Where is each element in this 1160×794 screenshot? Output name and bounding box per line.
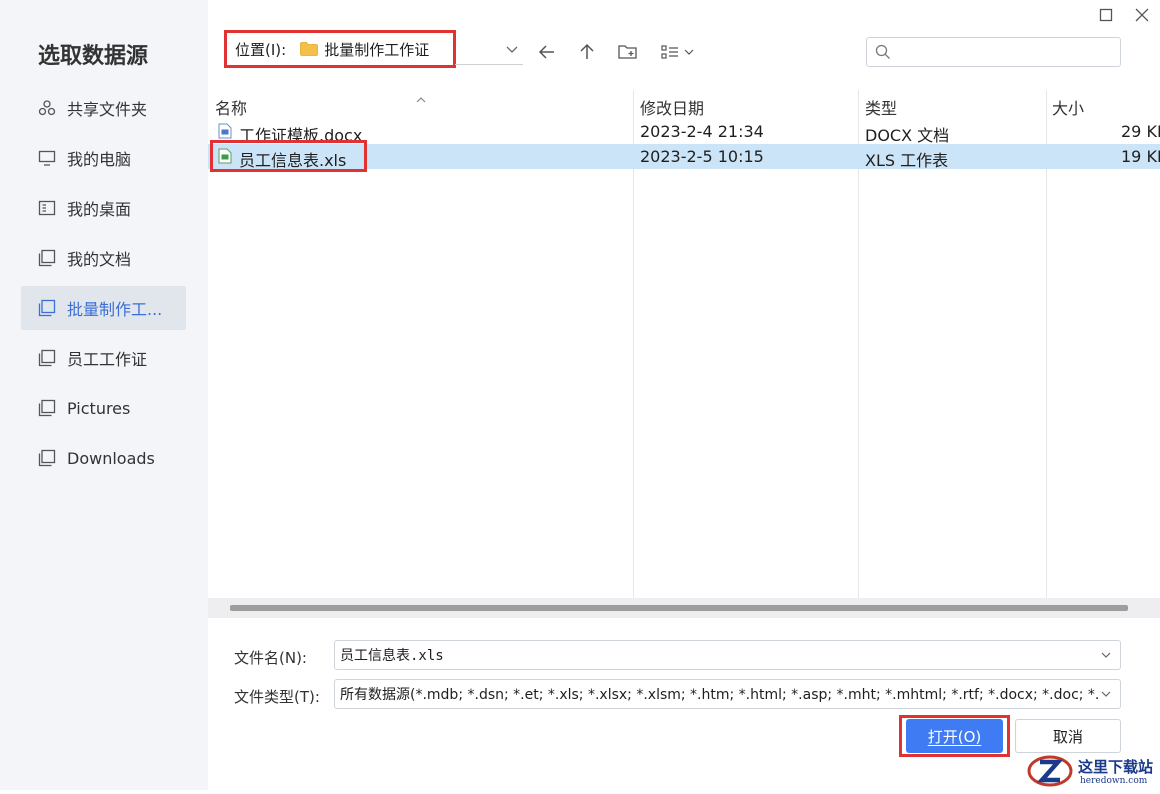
sidebar-item-label: Downloads [67,448,155,468]
cancel-button[interactable]: 取消 [1015,719,1121,753]
folder-icon [300,42,319,56]
location-selector[interactable]: 位置(I): 批量制作工作证 [224,30,456,68]
filetype-value: 所有数据源(*.mdb; *.dsn; *.et; *.xls; *.xlsx;… [340,687,1100,703]
filename-label: 文件名(N): [234,649,307,667]
open-button[interactable]: 打开(O) [906,719,1003,753]
folder-icon [38,449,56,467]
search-input[interactable] [866,37,1121,67]
close-icon[interactable] [1131,4,1153,26]
sidebar-item-desktop[interactable]: 我的桌面 [21,186,186,230]
folder-icon [38,349,56,367]
column-header-size[interactable]: 大小 [1052,95,1084,119]
open-button-label: 打开(O) [927,727,982,746]
file-type: XLS 工作表 [865,151,949,170]
file-size: 29 KB [1121,122,1160,141]
sidebar-item-label: 我的电脑 [67,150,132,169]
sidebar-item-batch-folder[interactable]: 批量制作工... [21,286,186,330]
arrow-up-icon[interactable] [575,40,599,64]
monitor-icon [38,149,56,167]
column-header-type[interactable]: 类型 [865,95,897,119]
file-type: DOCX 文档 [865,126,950,145]
folder-icon [38,299,56,317]
sidebar-item-label: 批量制作工... [67,300,163,319]
folder-icon [38,249,56,267]
search-icon [875,44,891,60]
location-value: 批量制作工作证 [324,40,430,59]
filename-value: 员工信息表.xls [340,648,444,664]
sidebar-item-label: 共享文件夹 [67,100,148,119]
column-header-date[interactable]: 修改日期 [640,95,704,119]
new-folder-icon[interactable] [616,40,640,64]
watermark-title: 这里下载站 [1078,758,1154,776]
folder-icon [38,399,56,417]
chevron-down-icon[interactable] [1100,649,1116,661]
share-icon [38,99,56,117]
filename-field[interactable]: 员工信息表.xls [334,640,1121,670]
chevron-down-icon[interactable] [1100,688,1116,700]
chevron-down-icon[interactable] [505,42,521,58]
dialog-title: 选取数据源 [38,44,149,69]
sidebar-item-shared[interactable]: 共享文件夹 [21,86,186,130]
watermark-logo [1026,752,1076,794]
location-label: 位置(I): [235,40,287,59]
scrollbar-thumb[interactable] [230,605,1128,611]
maximize-icon[interactable] [1095,4,1117,26]
desktop-icon [38,199,56,217]
sidebar-item-label: 我的文档 [67,250,132,269]
sidebar-item-pictures[interactable]: Pictures [21,386,186,430]
file-date: 2023-2-5 10:15 [640,147,764,166]
watermark-subtitle: heredown.com [1080,776,1148,786]
arrow-left-icon[interactable] [535,40,559,64]
sidebar-item-employee-card[interactable]: 员工工作证 [21,336,186,380]
sort-ascending-icon [416,90,426,108]
sidebar-item-label: 员工工作证 [67,350,148,369]
sidebar-item-documents[interactable]: 我的文档 [21,236,186,280]
filetype-select[interactable]: 所有数据源(*.mdb; *.dsn; *.et; *.xls; *.xlsx;… [334,679,1121,709]
view-list-icon[interactable] [660,40,696,64]
sidebar-item-label: 我的桌面 [67,200,132,219]
location-underline [455,64,523,65]
filetype-label: 文件类型(T): [234,688,320,706]
file-date: 2023-2-4 21:34 [640,122,764,141]
highlight-box [210,140,367,172]
column-header-name[interactable]: 名称 [215,95,247,119]
sidebar-item-label: Pictures [67,398,131,418]
file-size: 19 KB [1121,147,1160,166]
search-field[interactable] [895,43,1120,61]
file-table: 名称 修改日期 类型 大小 工作证模板.docx 2023-2-4 21:34 … [208,90,1160,598]
sidebar-item-downloads[interactable]: Downloads [21,436,186,480]
sidebar-item-computer[interactable]: 我的电脑 [21,136,186,180]
